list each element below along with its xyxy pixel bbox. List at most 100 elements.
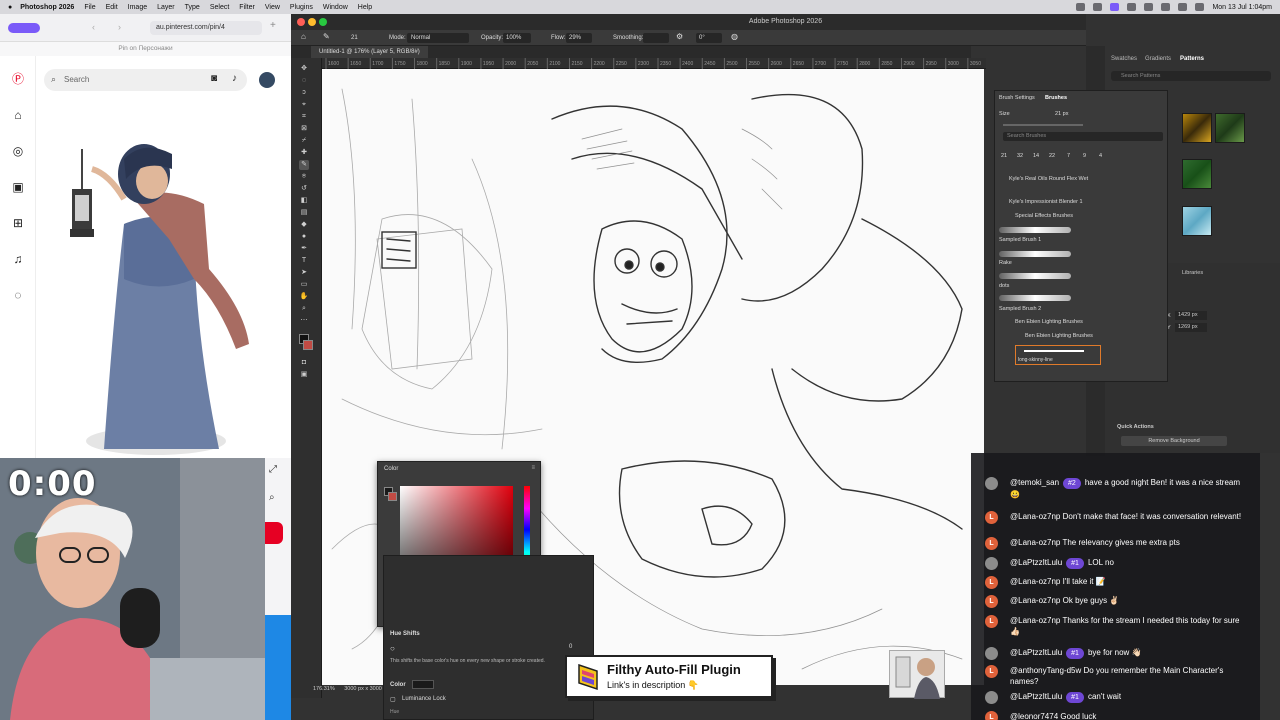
search-icon[interactable] <box>1195 3 1205 11</box>
dodge-tool-icon[interactable]: ● <box>299 232 309 242</box>
brush-group[interactable]: Special Effects Brushes <box>1015 213 1073 219</box>
menu-edit[interactable]: Edit <box>106 4 118 11</box>
tab-swatches[interactable]: Swatches <box>1111 56 1137 62</box>
tab-brush-settings[interactable]: Brush Settings <box>999 95 1035 101</box>
y-field[interactable]: 1269 px <box>1175 323 1207 332</box>
create-icon[interactable]: ⊞ <box>11 216 25 230</box>
brush-size[interactable]: 21 <box>351 35 358 41</box>
brush-item[interactable]: Sampled Brush 2 <box>999 306 1041 312</box>
preset-size[interactable]: 9 <box>1083 153 1086 159</box>
healing-tool-icon[interactable]: ✚ <box>299 148 309 158</box>
pressure-icon[interactable]: ◍ <box>731 32 738 41</box>
menu-image[interactable]: Image <box>128 4 147 11</box>
preset-size[interactable]: 21 <box>1001 153 1007 159</box>
minimize-button[interactable] <box>308 18 316 26</box>
smoothing-field[interactable] <box>643 33 669 43</box>
settings-icon[interactable]: ⚙ <box>676 32 683 41</box>
background-swatch[interactable] <box>388 492 397 501</box>
type-tool-icon[interactable]: T <box>299 256 309 266</box>
back-icon[interactable]: ‹ <box>92 22 95 32</box>
stamp-tool-icon[interactable]: ⍟ <box>299 172 309 182</box>
brush-group[interactable]: Ben Ebien Lighting Brushes <box>1015 319 1083 325</box>
opacity-field[interactable]: 100% <box>503 33 531 43</box>
menu-app-name[interactable]: Photoshop 2026 <box>20 4 74 11</box>
tray-icon[interactable] <box>1144 3 1154 11</box>
history-brush-icon[interactable]: ↺ <box>299 184 309 194</box>
shape-tool-icon[interactable]: ▭ <box>299 280 309 290</box>
gradient-tool-icon[interactable]: ▤ <box>299 208 309 218</box>
zoom-button[interactable] <box>319 18 327 26</box>
tray-icon[interactable] <box>1127 3 1137 11</box>
marquee-tool-icon[interactable]: ◌ <box>299 76 309 86</box>
chat-username[interactable]: @Lana-oz7np <box>1010 616 1060 625</box>
tab-gradients[interactable]: Gradients <box>1145 56 1171 62</box>
mode-select[interactable]: Normal <box>407 33 469 43</box>
brush-tool-icon[interactable]: ✎ <box>323 32 330 41</box>
pattern-search-input[interactable]: Search Patterns <box>1111 71 1271 81</box>
screen-mode-icon[interactable]: ▣ <box>299 370 309 380</box>
brush-item[interactable]: Sampled Brush 1 <box>999 237 1041 243</box>
toggle-icon[interactable]: ○ <box>390 644 395 653</box>
pinterest-logo-icon[interactable]: Ⓟ <box>11 72 25 86</box>
chat-username[interactable]: @Lana-oz7np <box>1010 512 1060 521</box>
sidebar-toggle[interactable] <box>8 23 40 33</box>
quick-actions-header[interactable]: Quick Actions <box>1117 424 1154 430</box>
chat-username[interactable]: @LaPtzzItLulu <box>1010 558 1062 567</box>
menu-help[interactable]: Help <box>358 4 372 11</box>
chat-username[interactable]: @Lana-oz7np <box>1010 596 1060 605</box>
crop-tool-icon[interactable]: ⌗ <box>299 112 309 122</box>
chat-username[interactable]: @temoki_san <box>1010 478 1059 487</box>
home-icon[interactable]: ⌂ <box>301 32 306 41</box>
messages-icon[interactable]: ◌ <box>11 288 25 302</box>
menubar-clock[interactable]: Mon 13 Jul 1:04pm <box>1212 4 1272 11</box>
explore-icon[interactable]: ◎ <box>11 144 25 158</box>
brush-item[interactable]: dots <box>999 283 1009 289</box>
flow-field[interactable]: 29% <box>566 33 592 43</box>
preset-size[interactable]: 14 <box>1033 153 1039 159</box>
menu-file[interactable]: File <box>84 4 95 11</box>
chat-username[interactable]: @anthonyTang-d5w <box>1010 666 1081 675</box>
pattern-swatch[interactable] <box>1215 113 1245 143</box>
tray-icon[interactable] <box>1161 3 1171 11</box>
color-swatch[interactable] <box>412 680 434 689</box>
preset-size[interactable]: 4 <box>1099 153 1102 159</box>
search-input[interactable]: Search <box>64 75 89 84</box>
preset-size[interactable]: 32 <box>1017 153 1023 159</box>
brush-group[interactable]: Ben Ebien Lighting Brushes <box>1025 333 1093 339</box>
chat-username[interactable]: @Lana-oz7np <box>1010 538 1060 547</box>
tab-libraries[interactable]: Libraries <box>1182 270 1203 276</box>
zoom-level[interactable]: 176.31% <box>313 686 335 692</box>
camera-icon[interactable]: ◙ <box>211 73 217 84</box>
expand-icon[interactable]: ⤢ <box>269 464 277 475</box>
eyedropper-tool-icon[interactable]: ⌿ <box>299 136 309 146</box>
quick-mask-icon[interactable]: ◘ <box>299 358 309 368</box>
pattern-swatch[interactable] <box>1182 159 1212 189</box>
brush-item[interactable]: Kyle's Real Oils Round Flex Wet <box>1009 176 1088 182</box>
notifications-icon[interactable]: ♫ <box>11 252 25 266</box>
pattern-swatch[interactable] <box>1182 206 1212 236</box>
brush-item[interactable]: Kyle's Impressionist Blender 1 <box>1009 199 1083 205</box>
document-tab[interactable]: Untitled-1 @ 176% (Layer 5, RGB/8#) <box>311 46 428 58</box>
menu-type[interactable]: Type <box>185 4 200 11</box>
brush-search-input[interactable]: Search Brushes <box>1003 132 1163 141</box>
forward-icon[interactable]: › <box>118 22 121 32</box>
chat-username[interactable]: @Lana-oz7np <box>1010 577 1060 586</box>
size-slider[interactable] <box>1003 124 1083 126</box>
angle-field[interactable]: 0° <box>696 33 722 43</box>
select-tool-icon[interactable]: ⌖ <box>299 100 309 110</box>
tray-icon[interactable] <box>1076 3 1086 11</box>
lasso-tool-icon[interactable]: ↄ <box>299 88 309 98</box>
blur-tool-icon[interactable]: ◆ <box>299 220 309 230</box>
brush-tool-icon[interactable]: ✎ <box>299 160 309 170</box>
preset-size[interactable]: 7 <box>1067 153 1070 159</box>
tab-title[interactable]: Pin on Персонажи <box>0 42 291 56</box>
frame-tool-icon[interactable]: ⊠ <box>299 124 309 134</box>
more-tools-icon[interactable]: ⋯ <box>299 316 309 326</box>
avatar[interactable] <box>259 72 275 88</box>
wifi-icon[interactable] <box>1178 3 1188 11</box>
pin-image[interactable] <box>44 129 289 471</box>
move-tool-icon[interactable]: ✥ <box>299 64 309 74</box>
pattern-swatch[interactable] <box>1182 113 1212 143</box>
remove-background-button[interactable]: Remove Background <box>1121 436 1227 446</box>
tray-icon[interactable] <box>1093 3 1103 11</box>
